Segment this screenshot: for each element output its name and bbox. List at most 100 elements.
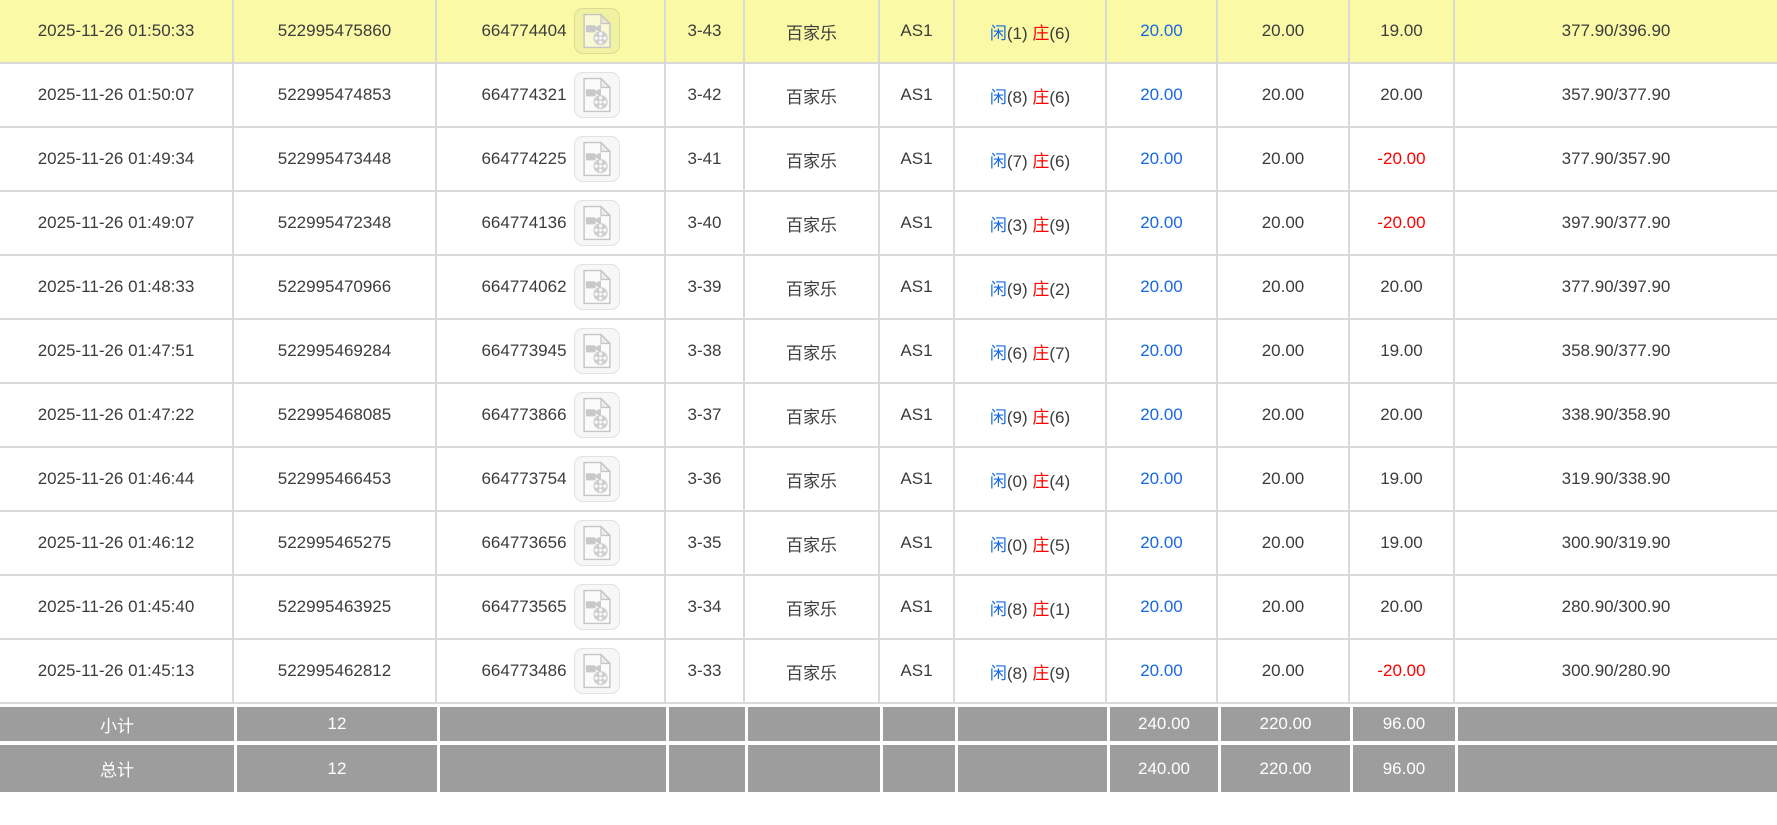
platform-cell: AS1 xyxy=(880,256,955,320)
player-points: (0) xyxy=(1007,536,1028,555)
bet-amount-link[interactable]: 20.00 xyxy=(1140,213,1183,232)
table-number-cell: 3-33 xyxy=(666,640,745,704)
round-number: 664774062 xyxy=(481,277,566,297)
order-number-cell: 522995468085 xyxy=(234,384,437,448)
valid-amount-cell: 20.00 xyxy=(1218,320,1350,384)
bet-amount-link[interactable]: 20.00 xyxy=(1140,469,1183,488)
video-replay-button[interactable] xyxy=(574,136,620,182)
table-row[interactable]: 2025-11-26 01:48:33 522995470966 6647740… xyxy=(0,256,1777,320)
banker-label: 庄 xyxy=(1032,472,1049,491)
total-empty-cell xyxy=(437,741,666,792)
win-loss-cell: 20.00 xyxy=(1350,64,1455,128)
video-replay-button[interactable] xyxy=(574,584,620,630)
video-replay-button[interactable] xyxy=(574,328,620,374)
table-row[interactable]: 2025-11-26 01:45:40 522995463925 6647735… xyxy=(0,576,1777,640)
bet-amount-link[interactable]: 20.00 xyxy=(1140,277,1183,296)
subtotal-empty-cell xyxy=(745,704,880,741)
table-row[interactable]: 2025-11-26 01:46:44 522995466453 6647737… xyxy=(0,448,1777,512)
game-result-cell: 闲(0) 庄(5) xyxy=(955,512,1107,576)
table-row[interactable]: 2025-11-26 01:49:34 522995473448 6647742… xyxy=(0,128,1777,192)
game-result-cell: 闲(9) 庄(6) xyxy=(955,384,1107,448)
video-replay-button[interactable] xyxy=(574,8,620,54)
bet-time-cell: 2025-11-26 01:50:33 xyxy=(0,0,234,64)
player-label: 闲 xyxy=(990,664,1007,683)
video-replay-button[interactable] xyxy=(574,648,620,694)
total-bet-amount: 240.00 xyxy=(1107,741,1218,792)
bet-amount-cell: 20.00 xyxy=(1107,0,1218,64)
table-row[interactable]: 2025-11-26 01:45:13 522995462812 6647734… xyxy=(0,640,1777,704)
table-number-cell: 3-41 xyxy=(666,128,745,192)
video-replay-button[interactable] xyxy=(574,392,620,438)
win-loss-cell: -20.00 xyxy=(1350,640,1455,704)
bet-amount-cell: 20.00 xyxy=(1107,512,1218,576)
win-loss-cell: 20.00 xyxy=(1350,256,1455,320)
video-replay-button[interactable] xyxy=(574,72,620,118)
total-empty-cell xyxy=(880,741,955,792)
win-loss-cell: 19.00 xyxy=(1350,0,1455,64)
video-replay-button[interactable] xyxy=(574,520,620,566)
valid-amount-cell: 20.00 xyxy=(1218,256,1350,320)
video-replay-button[interactable] xyxy=(574,264,620,310)
subtotal-bet-amount: 240.00 xyxy=(1107,704,1218,741)
order-number-cell: 522995473448 xyxy=(234,128,437,192)
round-number: 664774404 xyxy=(481,21,566,41)
game-name-cell: 百家乐 xyxy=(745,128,880,192)
table-row[interactable]: 2025-11-26 01:47:22 522995468085 6647738… xyxy=(0,384,1777,448)
banker-label: 庄 xyxy=(1032,24,1049,43)
valid-amount-cell: 20.00 xyxy=(1218,448,1350,512)
banker-label: 庄 xyxy=(1032,88,1049,107)
video-file-icon xyxy=(581,461,613,497)
round-number: 664773656 xyxy=(481,533,566,553)
video-replay-button[interactable] xyxy=(574,456,620,502)
banker-label: 庄 xyxy=(1032,152,1049,171)
round-number-cell: 664773754 xyxy=(437,448,666,512)
bet-time-cell: 2025-11-26 01:49:34 xyxy=(0,128,234,192)
player-points: (9) xyxy=(1007,408,1028,427)
player-label: 闲 xyxy=(990,536,1007,555)
subtotal-label: 小计 xyxy=(0,704,234,741)
game-name-cell: 百家乐 xyxy=(745,64,880,128)
platform-cell: AS1 xyxy=(880,0,955,64)
win-loss-cell: 19.00 xyxy=(1350,512,1455,576)
bet-amount-link[interactable]: 20.00 xyxy=(1140,405,1183,424)
subtotal-win-loss: 96.00 xyxy=(1350,704,1455,741)
bet-amount-link[interactable]: 20.00 xyxy=(1140,21,1183,40)
platform-cell: AS1 xyxy=(880,320,955,384)
total-label: 总计 xyxy=(0,741,234,792)
table-row[interactable]: 2025-11-26 01:47:51 522995469284 6647739… xyxy=(0,320,1777,384)
game-result-cell: 闲(6) 庄(7) xyxy=(955,320,1107,384)
bet-amount-cell: 20.00 xyxy=(1107,448,1218,512)
order-number-cell: 522995465275 xyxy=(234,512,437,576)
video-file-icon xyxy=(581,525,613,561)
table-row[interactable]: 2025-11-26 01:46:12 522995465275 6647736… xyxy=(0,512,1777,576)
player-points: (8) xyxy=(1007,664,1028,683)
game-name-cell: 百家乐 xyxy=(745,448,880,512)
total-empty-cell xyxy=(955,741,1107,792)
balance-cell: 300.90/319.90 xyxy=(1455,512,1777,576)
table-row[interactable]: 2025-11-26 01:49:07 522995472348 6647741… xyxy=(0,192,1777,256)
table-row[interactable]: 2025-11-26 01:50:33 522995475860 6647744… xyxy=(0,0,1777,64)
bet-amount-link[interactable]: 20.00 xyxy=(1140,85,1183,104)
valid-amount-cell: 20.00 xyxy=(1218,64,1350,128)
player-points: (8) xyxy=(1007,88,1028,107)
bet-amount-link[interactable]: 20.00 xyxy=(1140,661,1183,680)
total-row: 总计 12 240.00 220.00 96.00 xyxy=(0,741,1777,792)
video-replay-button[interactable] xyxy=(574,200,620,246)
player-label: 闲 xyxy=(990,88,1007,107)
bet-amount-link[interactable]: 20.00 xyxy=(1140,341,1183,360)
round-number-cell: 664773656 xyxy=(437,512,666,576)
platform-cell: AS1 xyxy=(880,512,955,576)
bet-amount-link[interactable]: 20.00 xyxy=(1140,597,1183,616)
round-number: 664773754 xyxy=(481,469,566,489)
video-file-icon xyxy=(581,141,613,177)
valid-amount-cell: 20.00 xyxy=(1218,192,1350,256)
bet-amount-link[interactable]: 20.00 xyxy=(1140,533,1183,552)
order-number-cell: 522995474853 xyxy=(234,64,437,128)
total-empty-cell xyxy=(666,741,745,792)
table-number-cell: 3-34 xyxy=(666,576,745,640)
table-row[interactable]: 2025-11-26 01:50:07 522995474853 6647743… xyxy=(0,64,1777,128)
banker-points: (9) xyxy=(1049,664,1070,683)
bet-amount-link[interactable]: 20.00 xyxy=(1140,149,1183,168)
bet-time-cell: 2025-11-26 01:47:22 xyxy=(0,384,234,448)
platform-cell: AS1 xyxy=(880,576,955,640)
